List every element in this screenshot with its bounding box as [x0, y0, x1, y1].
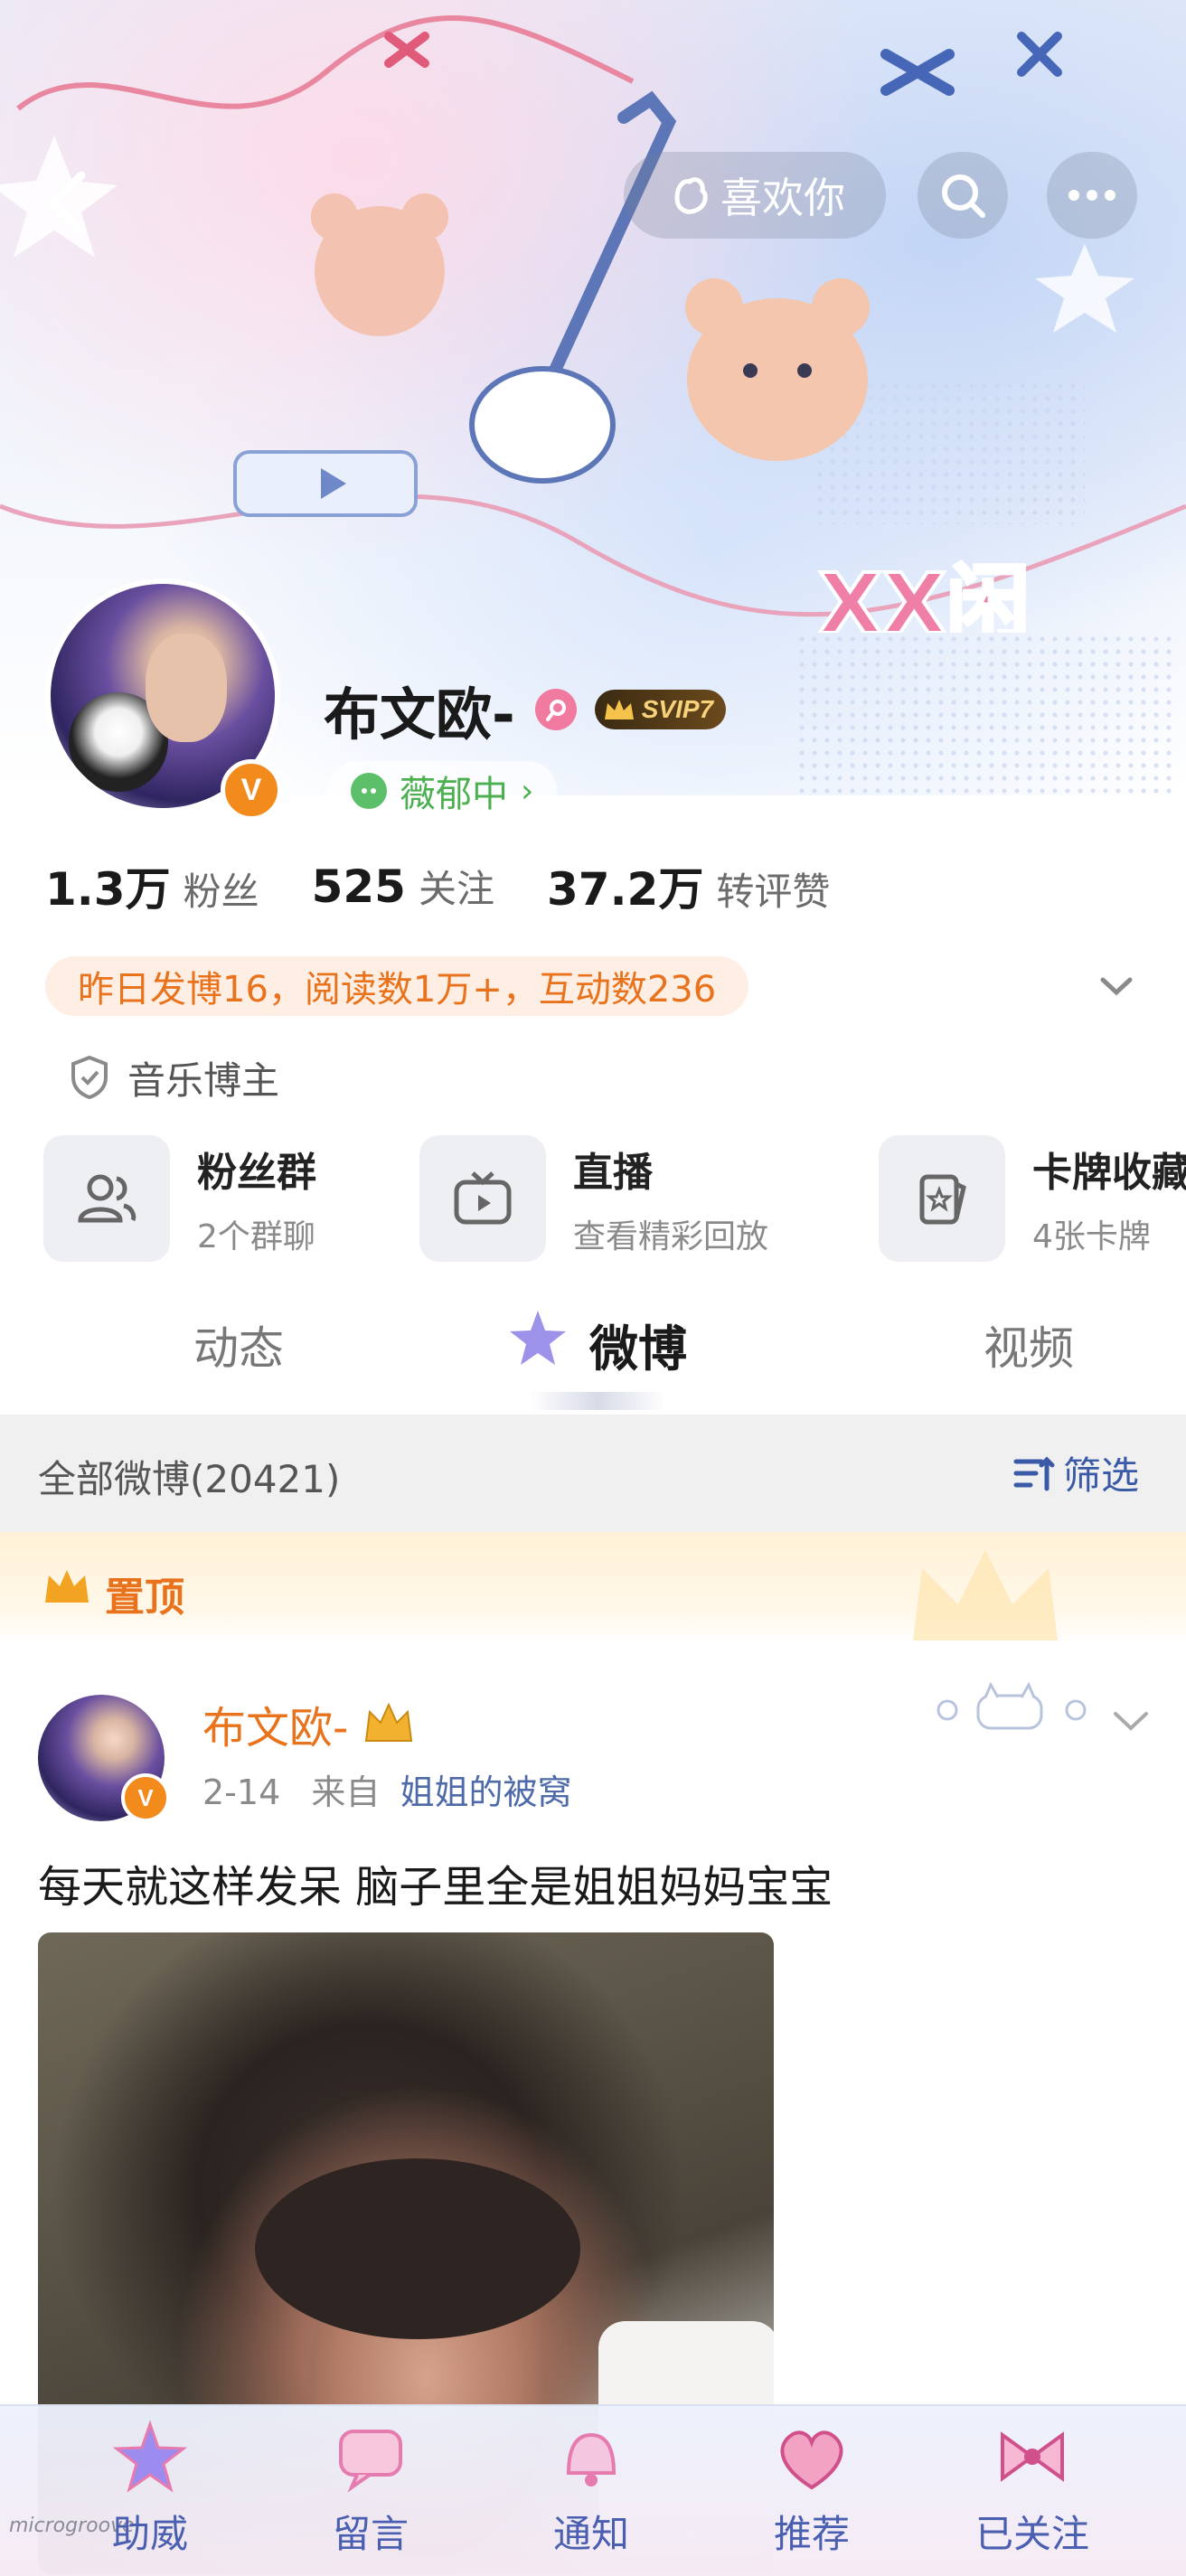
post-date: 2-14	[202, 1772, 281, 1812]
crown-icon	[604, 700, 634, 719]
bell-icon	[566, 2432, 617, 2487]
chevron-right-icon: ›	[521, 772, 534, 810]
nav-label: 助威	[111, 2512, 188, 2556]
back-button[interactable]	[36, 163, 99, 244]
nav-cheer[interactable]: 助威	[60, 2406, 240, 2559]
status-icon	[351, 773, 387, 809]
nav-label: 已关注	[974, 2512, 1089, 2556]
quick-link-title: 直播	[573, 1150, 653, 1196]
bottom-nav: microgroove 助威 留言 通知 推荐 已关注	[0, 2404, 1186, 2576]
nav-label: 留言	[332, 2512, 409, 2556]
chevron-down-icon	[1114, 1712, 1148, 1731]
status-label: 薇郁中	[400, 774, 508, 815]
post-source-prefix: 来自	[311, 1772, 381, 1812]
post-menu-button[interactable]	[1108, 1697, 1153, 1743]
expand-button[interactable]	[1094, 964, 1139, 1009]
chevron-left-icon	[48, 171, 86, 236]
banner-illustration: XX闲	[0, 14, 1186, 633]
more-button[interactable]	[1047, 152, 1137, 239]
quick-link-subtitle: 4张卡牌	[1032, 1218, 1151, 1255]
crown-icon	[365, 1702, 413, 1742]
post-author-row: 布文欧-	[202, 1692, 417, 1755]
nav-message[interactable]: 留言	[280, 2406, 461, 2559]
status-chip[interactable]: 薇郁中 ›	[327, 761, 558, 821]
nav-label: 推荐	[773, 2512, 850, 2556]
verified-badge: V	[221, 759, 282, 821]
bow-icon	[1001, 2431, 1064, 2482]
tv-icon	[419, 1135, 546, 1262]
tab-feed[interactable]: 动态	[193, 1312, 284, 1377]
message-icon	[339, 2430, 402, 2493]
search-icon	[942, 174, 985, 218]
stat-following-value: 525	[311, 860, 406, 913]
quick-link-title: 卡牌收藏	[1032, 1150, 1186, 1196]
search-button[interactable]	[918, 152, 1008, 239]
nav-label: 通知	[552, 2512, 629, 2556]
activity-summary-text: 昨日发博16，阅读数1万+，互动数236	[78, 969, 717, 1011]
post-verified-badge: V	[121, 1773, 170, 1822]
tab-video[interactable]: 视频	[984, 1312, 1074, 1377]
filter-label: 筛选	[1063, 1453, 1140, 1498]
more-horizontal-icon	[1068, 190, 1115, 201]
heart-icon	[780, 2430, 843, 2490]
post-meta: 2-14 来自 姐姐的被窝	[202, 1764, 571, 1814]
profile-name: 布文欧-	[324, 682, 515, 747]
stat-reposts-value: 37.2万	[546, 863, 704, 916]
svip-label: SVIP7	[641, 695, 714, 723]
tab-active-indicator	[530, 1392, 665, 1410]
post-text: 每天就这样发呆 脑子里全是姐姐妈妈宝宝	[38, 1862, 833, 1913]
stat-following-label: 关注	[418, 866, 494, 911]
like-you-label: 喜欢你	[720, 174, 845, 222]
cheer-icon	[112, 2420, 188, 2493]
banner-word-art: XX闲	[818, 556, 1030, 633]
wave-hand-icon	[674, 177, 708, 214]
filter-icon	[1013, 1455, 1055, 1490]
card-icon	[879, 1135, 1005, 1262]
filter-button[interactable]: 筛选	[1011, 1445, 1139, 1500]
category-label: 音乐博主	[127, 1058, 280, 1103]
female-icon	[534, 689, 577, 730]
chevron-down-icon	[1100, 977, 1133, 996]
crown-decoration-icon	[913, 1550, 1058, 1641]
stat-fans[interactable]: 1.3万 粉丝	[45, 853, 259, 918]
quick-link-fans-group[interactable]: 粉丝群 2个群聊	[43, 1135, 316, 1262]
tab-weibo[interactable]: 微博	[589, 1309, 687, 1380]
fans-group-icon	[43, 1135, 170, 1262]
category-tag[interactable]: 音乐博主	[68, 1048, 279, 1106]
crown-icon	[45, 1570, 89, 1603]
quick-link-subtitle: 查看精彩回放	[573, 1218, 769, 1255]
like-you-button[interactable]: 喜欢你	[624, 152, 886, 239]
stat-fans-value: 1.3万	[45, 863, 171, 916]
stat-reposts-label: 转评赞	[716, 870, 831, 914]
quick-link-live[interactable]: 直播 查看精彩回放	[419, 1135, 768, 1262]
star-icon	[506, 1307, 569, 1370]
stat-fans-label: 粉丝	[183, 870, 259, 914]
nav-followed[interactable]: 已关注	[942, 2406, 1123, 2559]
cat-decoration-icon	[931, 1679, 1094, 1734]
activity-summary[interactable]: 昨日发博16，阅读数1万+，互动数236	[45, 956, 749, 1016]
post-author-name[interactable]: 布文欧-	[202, 1692, 348, 1755]
shield-check-icon	[71, 1055, 108, 1100]
stat-reposts[interactable]: 37.2万 转评赞	[547, 853, 830, 918]
profile-name-row: 布文欧- SVIP7	[324, 669, 727, 750]
nav-recommend[interactable]: 推荐	[721, 2406, 902, 2559]
quick-link-cards[interactable]: 卡牌收藏 4张卡牌	[879, 1135, 1186, 1262]
pinned-label: 置顶	[105, 1575, 184, 1621]
nav-notify[interactable]: 通知	[501, 2406, 682, 2559]
quick-link-title: 粉丝群	[197, 1150, 316, 1196]
svip-badge[interactable]: SVIP7	[594, 690, 727, 729]
quick-link-subtitle: 2个群聊	[197, 1218, 315, 1255]
filter-bar: 全部微博(20421) 筛选	[0, 1415, 1186, 1532]
stat-following[interactable]: 525 关注	[312, 859, 494, 914]
post-source[interactable]: 姐姐的被窝	[400, 1772, 571, 1812]
all-posts-count: 全部微博(20421)	[38, 1457, 341, 1501]
pinned-header: 置顶	[0, 1532, 1186, 1645]
stats-row: 1.3万 粉丝 525 关注 37.2万 转评赞	[45, 854, 830, 917]
banner-dots	[795, 633, 1175, 795]
